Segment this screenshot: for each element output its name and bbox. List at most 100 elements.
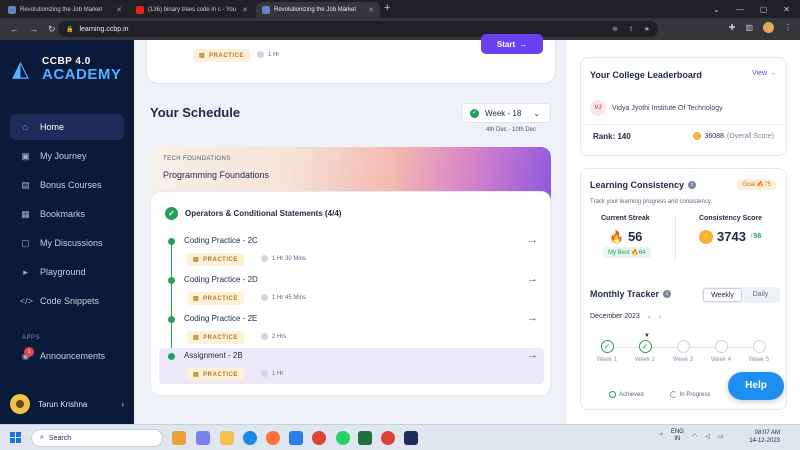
sidebar-item-code-snippets[interactable]: </> Code Snippets bbox=[10, 288, 124, 314]
whatsapp-icon[interactable] bbox=[336, 431, 350, 445]
module-header[interactable]: ✓ Operators & Conditional Statements (4/… bbox=[165, 207, 341, 220]
back-icon[interactable]: ← bbox=[10, 24, 19, 34]
divider bbox=[581, 124, 786, 125]
week-status-icon bbox=[676, 340, 690, 353]
practice-chip: ▤ PRACTICE bbox=[187, 253, 244, 266]
book-icon: ▤ bbox=[21, 179, 30, 190]
view-leaderboard-link[interactable]: View → bbox=[752, 70, 776, 77]
week-2[interactable]: ✓ Week 2 bbox=[625, 340, 665, 363]
arrow-right-icon[interactable]: → bbox=[527, 273, 538, 285]
sidepanel-icon[interactable]: ▥ bbox=[745, 23, 753, 32]
sidebar-item-bookmarks[interactable]: ▦ Bookmarks bbox=[10, 201, 124, 227]
sidebar-item-bonus-courses[interactable]: ▤ Bonus Courses bbox=[10, 172, 124, 198]
language-indicator[interactable]: ENG IN bbox=[671, 429, 684, 443]
browser-tab-1[interactable]: Revolutionizing the Job Market ✕ bbox=[2, 2, 128, 18]
close-tab-icon[interactable]: ✕ bbox=[368, 6, 374, 14]
chevron-down-icon: ⌄ bbox=[533, 108, 541, 118]
week-1[interactable]: ✓ Week 1 bbox=[587, 340, 627, 363]
score-value: 36088 bbox=[704, 132, 724, 140]
widgets-icon[interactable] bbox=[172, 431, 186, 445]
taskbar-clock[interactable]: 08:07 AM 14-12-2023 bbox=[749, 429, 780, 445]
toggle-daily[interactable]: Daily bbox=[742, 288, 779, 302]
week-3[interactable]: Week 3 bbox=[663, 340, 703, 363]
chip-label: PRACTICE bbox=[203, 295, 238, 302]
toggle-weekly[interactable]: Weekly bbox=[703, 288, 742, 302]
arrow-right-icon[interactable]: → bbox=[527, 312, 538, 324]
list-item[interactable]: Coding Practice - 2C ▤ PRACTICE 1 Hr 30 M… bbox=[159, 233, 544, 269]
check-circle-icon: ✓ bbox=[165, 207, 178, 220]
week-status-icon: ✓ bbox=[638, 340, 652, 353]
menu-dots-icon[interactable]: ⋮ bbox=[784, 23, 792, 32]
week-5[interactable]: Week 5 bbox=[739, 340, 779, 363]
close-tab-icon[interactable]: ✕ bbox=[242, 6, 248, 14]
excel-icon[interactable] bbox=[358, 431, 372, 445]
profile-avatar[interactable] bbox=[763, 22, 774, 33]
chevron-down-icon[interactable]: ⌄ bbox=[713, 5, 720, 14]
volume-icon[interactable]: ◁ bbox=[705, 433, 710, 440]
user-name: Tarun Krishna bbox=[38, 399, 88, 409]
consistency-score-row: ⚡ 3743 ↑56 bbox=[699, 229, 761, 244]
sidebar-item-playground[interactable]: ▸ Playground bbox=[10, 259, 124, 285]
sidebar-item-home[interactable]: ⌂ Home bbox=[10, 114, 124, 140]
list-item[interactable]: Coding Practice - 2E ▤ PRACTICE 2 Hrs → bbox=[159, 311, 544, 347]
windows-start-icon[interactable] bbox=[10, 432, 22, 444]
info-icon[interactable]: i bbox=[663, 290, 672, 298]
new-tab-icon[interactable]: + bbox=[384, 2, 390, 14]
close-window-icon[interactable]: ✕ bbox=[783, 5, 790, 14]
bookmark-star-icon[interactable]: ★ bbox=[644, 25, 650, 33]
chevron-right-icon[interactable]: › bbox=[658, 312, 661, 321]
start-button[interactable]: Start → bbox=[481, 34, 543, 54]
store-icon[interactable] bbox=[289, 431, 303, 445]
check-dot-icon bbox=[168, 277, 175, 284]
info-icon[interactable]: i bbox=[688, 181, 697, 189]
browser-tab-2[interactable]: (136) binary trees code in c - You ✕ bbox=[130, 2, 254, 18]
extensions-icon[interactable]: ✚ bbox=[729, 23, 736, 32]
share-icon[interactable]: ⇪ bbox=[628, 25, 634, 33]
chevron-right-icon: › bbox=[121, 399, 124, 409]
forward-icon[interactable]: → bbox=[29, 24, 38, 34]
week-select[interactable]: ✓ Week - 18 ⌄ bbox=[461, 103, 551, 123]
sidebar-item-announcements[interactable]: ◉ 1 Announcements bbox=[10, 343, 124, 369]
sidebar-item-my-discussions[interactable]: ▢ My Discussions bbox=[10, 230, 124, 256]
list-item[interactable]: Coding Practice - 2D ▤ PRACTICE 1 Hr 45 M… bbox=[159, 272, 544, 308]
reload-icon[interactable]: ↻ bbox=[48, 24, 56, 35]
arrow-right-icon: → bbox=[519, 39, 528, 49]
sidebar-item-my-journey[interactable]: ▣ My Journey bbox=[10, 143, 124, 169]
browser-tab-3[interactable]: Revolutionizing the Job Market ✕ bbox=[256, 2, 380, 18]
week-4[interactable]: Week 4 bbox=[701, 340, 741, 363]
teams-icon[interactable] bbox=[196, 431, 210, 445]
college-avatar: VJ bbox=[590, 100, 606, 116]
arrow-right-icon[interactable]: → bbox=[527, 349, 538, 361]
ccbp-logo[interactable]: ◭ CCBP 4.0 ACADEMY bbox=[12, 56, 121, 82]
zoom-icon[interactable]: ⊕ bbox=[612, 25, 618, 33]
rank-value: Rank: 140 bbox=[593, 132, 631, 141]
arrow-right-icon[interactable]: → bbox=[527, 234, 538, 246]
user-profile[interactable]: Tarun Krishna › bbox=[10, 393, 124, 415]
taskbar-search[interactable]: ⌕ Search bbox=[31, 429, 163, 447]
chrome-icon[interactable] bbox=[312, 431, 326, 445]
item-name: Coding Practice - 2C bbox=[184, 236, 258, 245]
chevron-up-icon[interactable]: ^ bbox=[660, 433, 663, 439]
help-button[interactable]: Help bbox=[728, 372, 784, 400]
item-name: Coding Practice - 2E bbox=[184, 314, 258, 323]
sidebar-item-label: Code Snippets bbox=[40, 296, 100, 306]
battery-icon[interactable]: ▭ bbox=[718, 433, 724, 440]
chip-label: PRACTICE bbox=[203, 334, 238, 341]
clipboard-icon: ▤ bbox=[199, 53, 206, 59]
file-explorer-icon[interactable] bbox=[220, 431, 234, 445]
firefox-icon[interactable] bbox=[266, 431, 280, 445]
edge-icon[interactable] bbox=[243, 431, 257, 445]
chrome-active-icon[interactable] bbox=[381, 431, 395, 445]
url-input[interactable]: 🔒 learning.ccbp.in ⊕ ⇪ ★ bbox=[58, 21, 658, 37]
app-icon[interactable] bbox=[404, 431, 418, 445]
maximize-icon[interactable]: ▢ bbox=[760, 5, 768, 14]
chevron-left-icon[interactable]: ‹ bbox=[648, 312, 651, 321]
list-item[interactable]: Assignment - 2B ▤ PRACTICE 1 Hr → bbox=[159, 348, 544, 384]
duration-text: 1 Hr 45 Mins bbox=[272, 294, 307, 301]
close-tab-icon[interactable]: ✕ bbox=[116, 6, 122, 14]
week-label: Week 1 bbox=[596, 357, 618, 363]
minimize-icon[interactable]: — bbox=[736, 5, 744, 14]
score-delta: ↑56 bbox=[749, 233, 762, 240]
wifi-icon[interactable]: ◠ bbox=[692, 433, 697, 440]
sidebar-item-label: Announcements bbox=[40, 351, 106, 361]
